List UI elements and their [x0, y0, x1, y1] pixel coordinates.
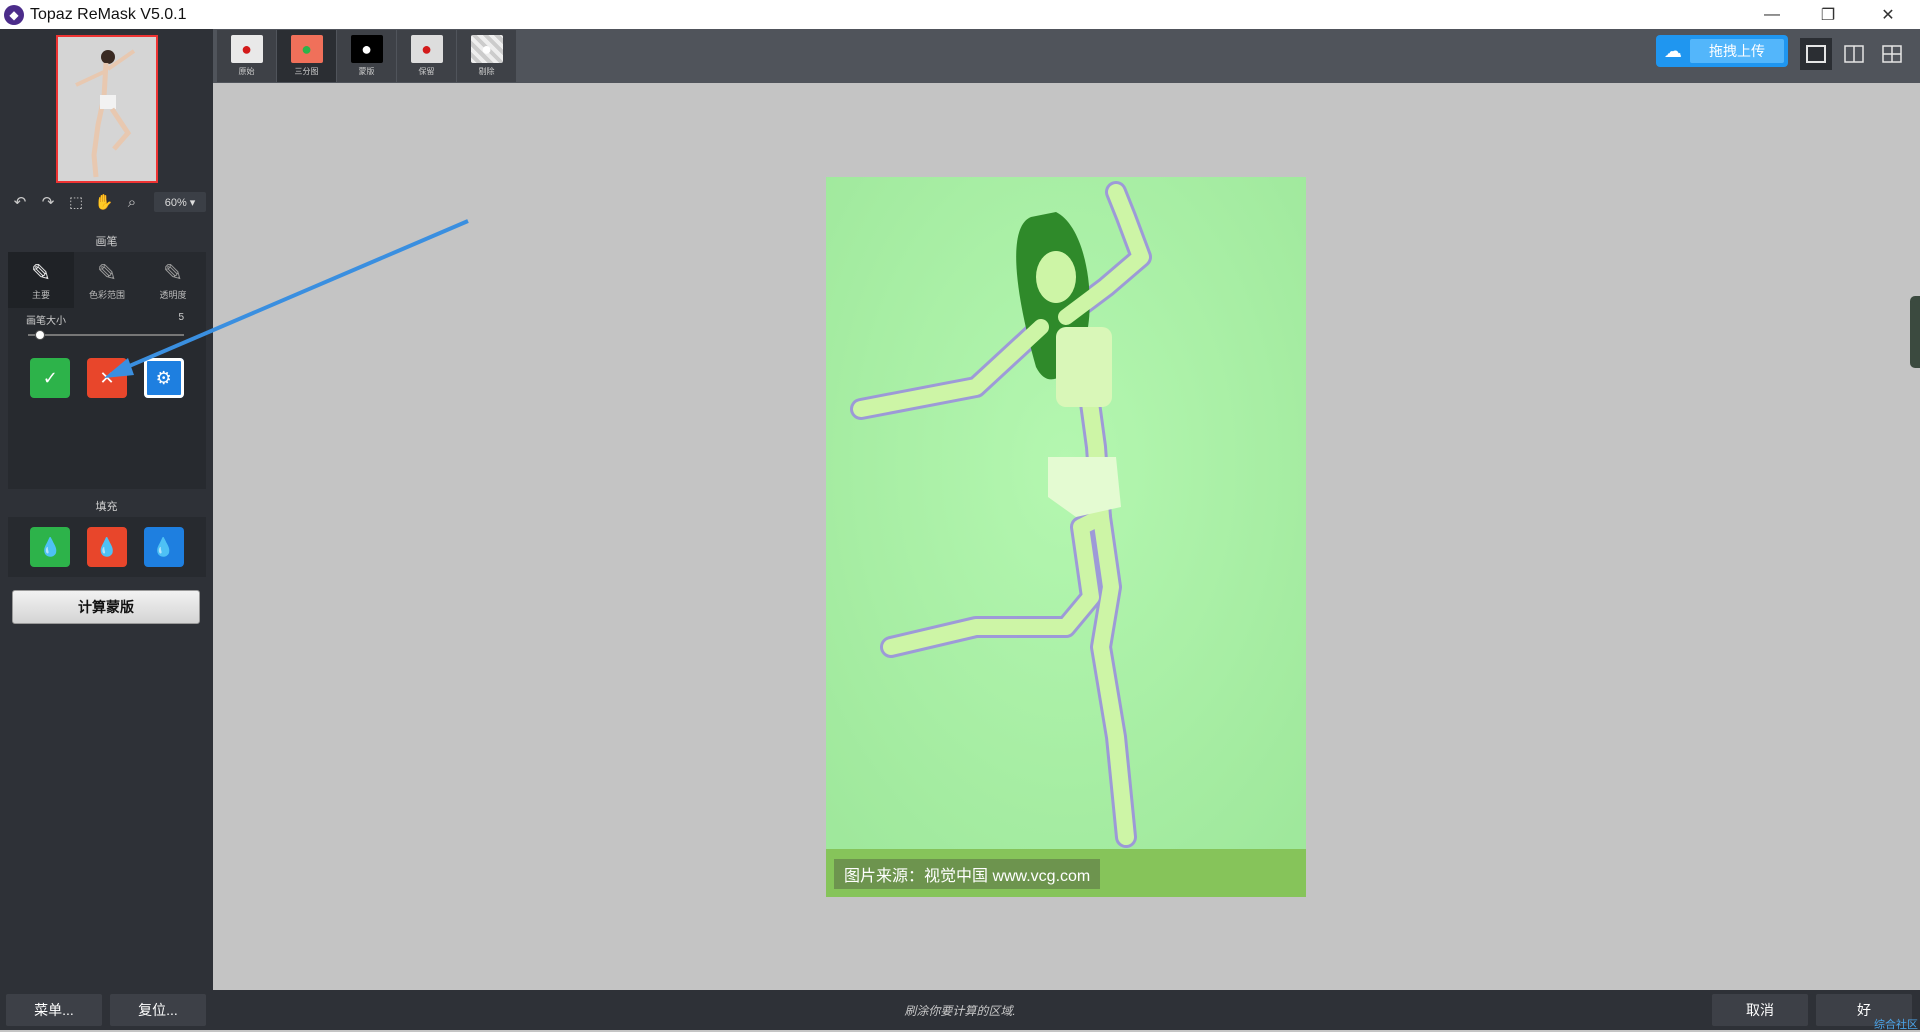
brush-size-label: 画笔大小: [26, 316, 66, 327]
fill-section-label: 填充: [95, 501, 118, 513]
bottom-bar: 菜单... 复位... 刷涂你要计算的区域. 取消 好 综合社区: [0, 990, 1920, 1031]
split-view-icon: [1844, 45, 1864, 63]
compute-brush-button[interactable]: ⚙: [143, 358, 184, 398]
tab-label: 原始: [238, 67, 255, 76]
drop-view-icon: ●: [470, 35, 503, 63]
quad-view-button[interactable]: [1876, 38, 1908, 70]
brush-type-label: 主要: [31, 289, 50, 300]
status-hint: 刷涂你要计算的区域.: [904, 1004, 1016, 1018]
keep-view-icon: ●: [410, 35, 443, 63]
cancel-button[interactable]: 取消: [1712, 994, 1808, 1026]
apple-icon: ●: [230, 35, 263, 63]
fill-panel: 💧 💧 💧: [8, 517, 206, 577]
color-range-brush-icon: ✎: [96, 259, 118, 287]
app-logo-icon: ◆: [4, 4, 24, 25]
transparency-brush-icon: ✎: [162, 259, 184, 287]
brush-type-label: 色彩范围: [88, 289, 125, 300]
brush-type-row: ✎ 主要 ✎ 色彩范围 ✎ 透明度: [8, 252, 206, 308]
compute-brush-icon: ⚙: [155, 367, 172, 388]
window-title: Topaz ReMask V5.0.1: [30, 5, 187, 23]
top-toolbar: ● 原始 ● 三分图 ● 蒙版 ● 保留 ● 剔除 ☁ 拖拽上传: [213, 29, 1920, 83]
tab-trimap[interactable]: ● 三分图: [277, 30, 336, 82]
title-bar: ◆ Topaz ReMask V5.0.1 — ❐ ✕: [0, 0, 1920, 30]
tab-drop[interactable]: ● 剔除: [457, 30, 516, 82]
selection-icon[interactable]: ⬚: [62, 189, 90, 215]
upload-label: 拖拽上传: [1690, 39, 1784, 63]
tab-keep[interactable]: ● 保留: [397, 30, 456, 82]
brush-size-row: 画笔大小 5: [8, 308, 206, 346]
quad-view-icon: [1882, 45, 1902, 63]
tab-label: 三分图: [294, 67, 319, 76]
menu-button[interactable]: 菜单...: [6, 994, 102, 1026]
compute-fill-icon: 💧: [152, 536, 175, 557]
tab-label: 保留: [418, 67, 435, 76]
tab-label: 剔除: [478, 67, 495, 76]
minimize-button[interactable]: —: [1744, 0, 1800, 29]
image-watermark: 图片来源：视觉中国 www.vcg.com: [834, 859, 1101, 889]
tab-mask[interactable]: ● 蒙版: [337, 30, 396, 82]
view-tabs: ● 原始 ● 三分图 ● 蒙版 ● 保留 ● 剔除: [217, 30, 517, 82]
upload-button[interactable]: ☁ 拖拽上传: [1656, 35, 1788, 67]
compute-fill-button[interactable]: 💧: [143, 527, 184, 567]
brush-type-transparency[interactable]: ✎ 透明度: [140, 252, 206, 308]
brush-type-label: 透明度: [159, 289, 187, 300]
brush-type-main[interactable]: ✎ 主要: [8, 252, 74, 308]
drop-brush-icon: ✕: [99, 367, 115, 388]
mask-icon: ●: [350, 35, 383, 63]
single-view-icon: [1806, 45, 1826, 63]
tab-original[interactable]: ● 原始: [217, 30, 276, 82]
brush-size-track[interactable]: [28, 334, 184, 336]
close-button[interactable]: ✕: [1860, 0, 1916, 29]
brush-size-slider-handle[interactable]: [34, 330, 45, 340]
split-view-button[interactable]: [1838, 38, 1870, 70]
keep-fill-icon: 💧: [39, 536, 62, 557]
redo-icon[interactable]: ↷: [34, 189, 62, 215]
keep-brush-button[interactable]: ✓: [30, 358, 71, 398]
single-view-button[interactable]: [1800, 38, 1832, 70]
navigator-thumbnail[interactable]: [56, 35, 158, 183]
left-panel: ↶ ↷ ⬚ ✋ ⌕ 60% ▾ 画笔 ✎ 主要 ✎ 色彩范围 ✎ 透明度 画笔大…: [0, 29, 213, 990]
drop-brush-button[interactable]: ✕: [86, 358, 127, 398]
brush-icon: ✎: [30, 259, 52, 287]
image-canvas[interactable]: 图片来源：视觉中国 www.vcg.com: [213, 83, 1920, 990]
brush-size-value: 5: [178, 312, 184, 323]
cloud-upload-icon: ☁: [1664, 40, 1682, 61]
dancer-figure: [826, 177, 1306, 897]
drop-fill-icon: 💧: [95, 536, 119, 557]
hand-icon[interactable]: ✋: [90, 189, 118, 215]
side-panel-handle[interactable]: [1910, 296, 1920, 368]
zoom-icon[interactable]: ⌕: [118, 189, 146, 215]
brush-section-label: 画笔: [95, 236, 118, 248]
restore-button[interactable]: ❐: [1800, 0, 1856, 29]
brush-type-color-range[interactable]: ✎ 色彩范围: [74, 252, 140, 308]
view-tools-row: ↶ ↷ ⬚ ✋ ⌕ 60% ▾: [6, 189, 208, 215]
keep-fill-button[interactable]: 💧: [30, 527, 71, 567]
reset-button[interactable]: 复位...: [110, 994, 206, 1026]
keep-brush-icon: ✓: [42, 367, 58, 388]
drop-fill-button[interactable]: 💧: [86, 527, 127, 567]
brush-panel: ✎ 主要 ✎ 色彩范围 ✎ 透明度 画笔大小 5 ✓ ✕ ⚙: [8, 252, 206, 489]
trimap-icon: ●: [290, 35, 323, 63]
brush-mode-row: ✓ ✕ ⚙: [8, 346, 206, 398]
undo-icon[interactable]: ↶: [6, 189, 34, 215]
thumbnail-image: [58, 37, 156, 181]
tab-label: 蒙版: [358, 67, 375, 76]
compute-mask-button[interactable]: 计算蒙版: [12, 590, 200, 624]
zoom-select[interactable]: 60% ▾: [154, 192, 206, 212]
trimap-preview-image[interactable]: 图片来源：视觉中国 www.vcg.com: [826, 177, 1306, 897]
